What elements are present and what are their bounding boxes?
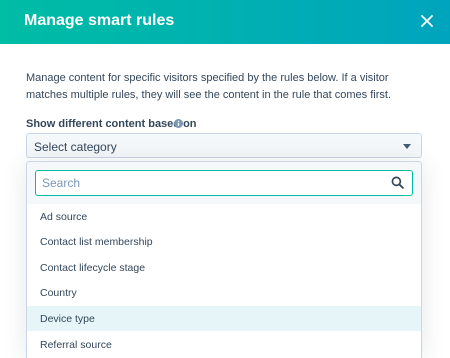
close-icon [421,15,433,27]
field-label: Show different content based on [26,118,197,130]
smart-rules-modal: Manage smart rules Manage content for sp… [0,0,450,358]
search-input[interactable] [42,175,372,191]
search-area [27,162,421,204]
modal-header: Manage smart rules [0,0,450,44]
option-device-type[interactable]: Device type [27,306,421,331]
option-label: Referral source [40,339,112,351]
modal-description: Manage content for specific visitors spe… [26,72,391,101]
option-contact-lifecycle-stage[interactable]: Contact lifecycle stage [27,255,421,280]
option-label: Ad source [40,211,88,223]
category-select[interactable]: Select category [26,133,422,158]
option-referral-source[interactable]: Referral source [27,332,421,357]
info-icon[interactable] [174,119,183,128]
option-country[interactable]: Country [27,280,421,305]
modal-title: Manage smart rules [24,12,175,29]
category-dropdown: Ad source Contact list membership Contac… [26,161,422,358]
close-button[interactable] [414,8,440,34]
chevron-down-icon [403,144,411,149]
search-box[interactable] [35,170,413,196]
option-label: Device type [40,313,95,325]
search-icon[interactable] [391,176,404,189]
category-select-value: Select category [34,140,117,154]
option-ad-source[interactable]: Ad source [27,204,421,229]
option-contact-list-membership[interactable]: Contact list membership [27,229,421,254]
option-label: Contact lifecycle stage [40,262,146,274]
option-label: Contact list membership [40,236,153,248]
option-label: Country [40,287,77,299]
